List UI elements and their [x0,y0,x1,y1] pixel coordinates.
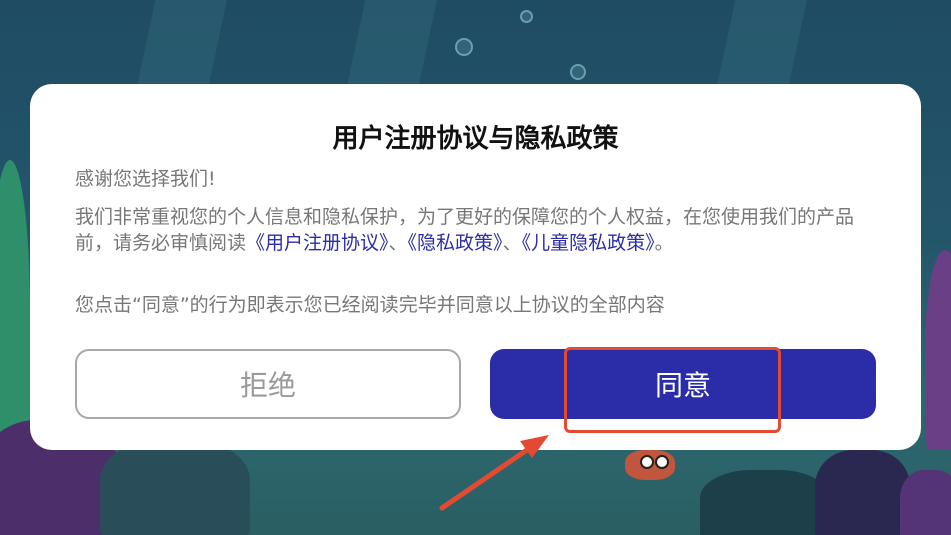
annotation-arrow-icon [439,435,549,511]
